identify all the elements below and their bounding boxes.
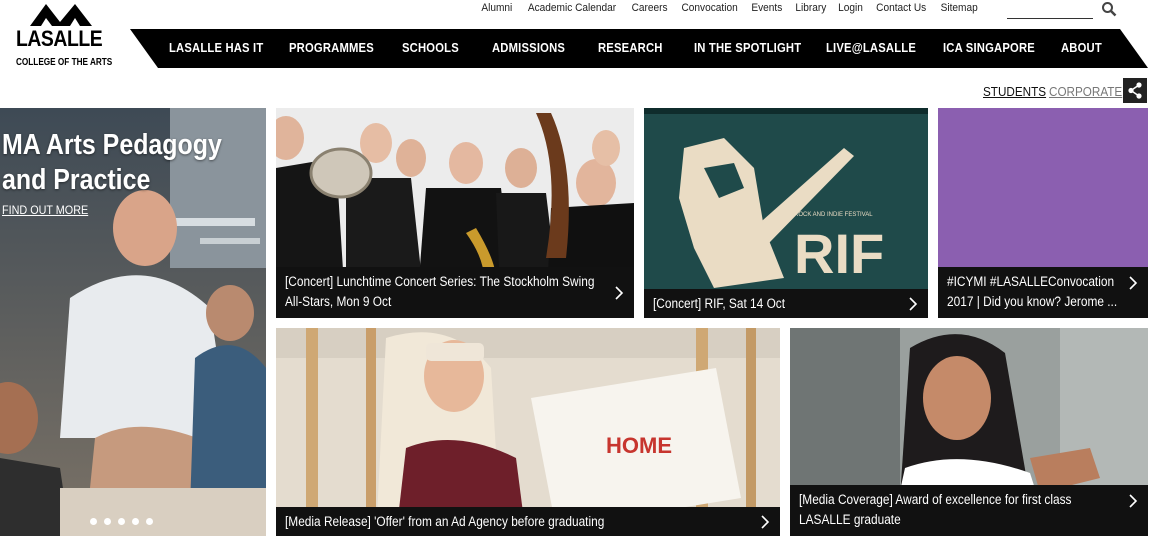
slider-dot[interactable] (90, 518, 97, 525)
lasalle-logo[interactable]: LASALLE COLLEGE OF THE ARTS (16, 2, 112, 72)
search-icon[interactable] (1101, 1, 1117, 17)
slider-dot[interactable] (146, 518, 153, 525)
audience-students-link[interactable]: STUDENTS (983, 84, 1046, 99)
logo-mark-icon (30, 4, 92, 26)
logo-subtitle: COLLEGE OF THE ARTS (16, 57, 113, 68)
slider-dots (90, 518, 153, 525)
tile-poster-rif: RIF ROCK AND INDIE FESTIVAL (644, 108, 928, 318)
nav-item-live-at-lasalle[interactable]: LIVE@LASALLE (826, 41, 916, 55)
tile-caption[interactable]: [Concert] RIF, Sat 14 Oct (644, 289, 928, 318)
tile-caption-text: [Media Release] 'Offer' from an Ad Agenc… (285, 514, 605, 529)
news-tile-award[interactable]: [Media Coverage] Award of excellence for… (790, 328, 1148, 536)
audience-corporate-link[interactable]: CORPORATE (1049, 84, 1122, 99)
nav-item-about[interactable]: ABOUT (1061, 41, 1102, 55)
chevron-right-icon (760, 507, 774, 536)
logo-wordmark: LASALLE (16, 26, 103, 51)
nav-item-lasalle-has-it[interactable]: LASALLE HAS IT (169, 41, 263, 55)
nav-item-research[interactable]: RESEARCH (598, 41, 663, 55)
tile-caption-text: [Concert] RIF, Sat 14 Oct (653, 296, 786, 311)
nav-item-schools[interactable]: SCHOOLS (402, 41, 459, 55)
hero-title: MA Arts Pedagogy and Practice (2, 128, 222, 198)
artwork-home-text: HOME (606, 433, 672, 458)
find-out-more-link[interactable]: FIND OUT MORE (2, 203, 88, 217)
hero-title-line-2: and Practice (2, 164, 151, 196)
nav-item-ica-singapore[interactable]: ICA SINGAPORE (943, 41, 1035, 55)
news-tile-concert[interactable]: [Concert] Lunchtime Concert Series: The … (276, 108, 634, 318)
poster-tagline: ROCK AND INDIE FESTIVAL (794, 212, 873, 218)
search-input[interactable] (1007, 0, 1093, 19)
tile-caption-text: #ICYMI #LASALLEConvocation 2017 | Did yo… (947, 274, 1118, 309)
slider-dot[interactable] (104, 518, 111, 525)
tile-caption[interactable]: #ICYMI #LASALLEConvocation 2017 | Did yo… (938, 267, 1148, 318)
nav-item-in-the-spotlight[interactable]: IN THE SPOTLIGHT (694, 41, 801, 55)
tile-caption-text: [Concert] Lunchtime Concert Series: The … (285, 274, 595, 309)
util-link-library[interactable]: Library (790, 0, 830, 16)
util-link-careers[interactable]: Careers (627, 0, 672, 16)
poster-title: RIF (794, 222, 884, 285)
tile-caption-text: [Media Coverage] Award of excellence for… (799, 492, 1072, 527)
util-link-academic-calendar[interactable]: Academic Calendar (523, 0, 621, 16)
chevron-right-icon (1128, 485, 1142, 536)
utility-nav: Alumni Academic Calendar Careers Convoca… (475, 0, 984, 16)
share-button[interactable] (1123, 78, 1147, 103)
util-link-contact-us[interactable]: Contact Us (872, 0, 931, 16)
tile-caption[interactable]: [Media Coverage] Award of excellence for… (790, 485, 1148, 536)
nav-item-programmes[interactable]: PROGRAMMES (289, 41, 374, 55)
util-link-events[interactable]: Events (747, 0, 787, 16)
util-link-convocation[interactable]: Convocation (677, 0, 742, 16)
news-tile-ad-agency[interactable]: HOME [Media Release] 'Offer' from an Ad … (276, 328, 780, 536)
util-link-login[interactable]: Login (834, 0, 868, 16)
chevron-right-icon (1128, 267, 1142, 318)
news-tile-convocation[interactable]: #ICYMI #LASALLEConvocation 2017 | Did yo… (938, 108, 1148, 318)
share-icon (1128, 82, 1142, 99)
tile-caption[interactable]: [Media Release] 'Offer' from an Ad Agenc… (276, 507, 780, 536)
hero-slider[interactable]: MA Arts Pedagogy and Practice FIND OUT M… (0, 108, 266, 536)
util-link-sitemap[interactable]: Sitemap (936, 0, 982, 16)
news-tile-rif[interactable]: RIF ROCK AND INDIE FESTIVAL [Concert] RI… (644, 108, 928, 318)
util-link-alumni[interactable]: Alumni (477, 0, 517, 16)
chevron-right-icon (908, 289, 922, 318)
slider-dot[interactable] (132, 518, 139, 525)
slider-dot[interactable] (118, 518, 125, 525)
nav-item-admissions[interactable]: ADMISSIONS (492, 41, 565, 55)
tile-photo-student-artwork: HOME (276, 328, 780, 536)
hero-title-line-1: MA Arts Pedagogy (2, 129, 222, 161)
tile-caption[interactable]: [Concert] Lunchtime Concert Series: The … (276, 267, 634, 318)
main-nav: LASALLE HAS IT PROGRAMMES SCHOOLS ADMISS… (130, 29, 1148, 68)
chevron-right-icon (614, 267, 628, 318)
